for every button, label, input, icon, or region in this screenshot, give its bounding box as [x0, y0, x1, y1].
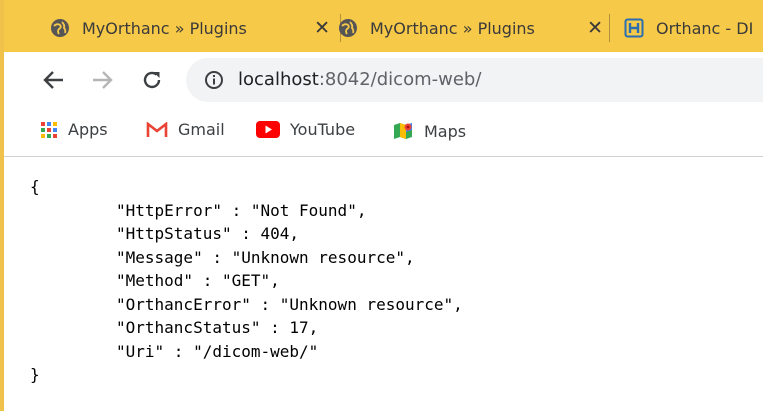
tab-2-title: MyOrthanc » Plugins — [370, 18, 535, 38]
globe-icon — [50, 18, 70, 38]
json-line: "HttpError" : "Not Found", — [116, 200, 367, 220]
arrow-left-icon — [43, 71, 63, 89]
tab-3-title: Orthanc - DI — [656, 18, 754, 38]
tab-1-title: MyOrthanc » Plugins — [82, 18, 247, 38]
json-line: "Message" : "Unknown resource", — [116, 247, 415, 267]
json-close-brace: } — [30, 365, 40, 384]
url-text: localhost:8042/dicom-web/ — [238, 69, 481, 90]
apps-grid-icon — [40, 121, 58, 139]
bookmark-youtube-label: YouTube — [290, 120, 356, 139]
close-tab-1-icon[interactable]: ✕ — [314, 17, 330, 39]
json-line: "Uri" : "/dicom-web/" — [116, 341, 319, 361]
json-line: "OrthancError" : "Unknown resource", — [116, 294, 463, 314]
tab-strip: MyOrthanc » Plugins ✕ MyOrthanc » Plugin… — [4, 0, 763, 52]
browser-toolbar: localhost:8042/dicom-web/ — [4, 52, 763, 108]
json-line: "Method" : "GET", — [116, 271, 280, 290]
tab-separator — [609, 14, 610, 42]
forward-button[interactable] — [88, 66, 116, 94]
orthanc-logo-icon — [624, 18, 644, 38]
address-bar[interactable]: localhost:8042/dicom-web/ — [186, 58, 763, 102]
tab-1[interactable]: MyOrthanc » Plugins ✕ — [50, 8, 330, 48]
bookmark-apps-label: Apps — [68, 120, 108, 139]
info-icon[interactable] — [204, 70, 224, 94]
bookmark-gmail[interactable]: Gmail — [146, 120, 225, 139]
reload-icon — [143, 71, 161, 89]
page-content: { "HttpError" : "Not Found", "HttpStatus" … — [4, 157, 763, 411]
json-open-brace: { — [30, 177, 40, 196]
bookmark-gmail-label: Gmail — [178, 120, 225, 139]
gmail-icon — [146, 121, 168, 138]
tab-2[interactable]: MyOrthanc » Plugins ✕ — [338, 8, 603, 48]
reload-button[interactable] — [138, 66, 166, 94]
maps-icon — [392, 120, 414, 142]
tab-3[interactable]: Orthanc - DI — [624, 8, 763, 48]
bookmark-youtube[interactable]: YouTube — [256, 120, 355, 139]
json-line: "OrthancStatus" : 17, — [116, 318, 319, 337]
close-tab-2-icon[interactable]: ✕ — [587, 17, 603, 39]
url-host: localhost — [238, 69, 319, 90]
bookmark-apps[interactable]: Apps — [40, 120, 108, 139]
url-path: :8042/dicom-web/ — [318, 69, 482, 90]
globe-icon — [338, 18, 358, 38]
bookmark-maps-label: Maps — [424, 121, 467, 141]
json-line: "HttpStatus" : 404, — [116, 224, 300, 243]
bookmark-maps[interactable]: Maps — [392, 120, 466, 142]
bookmarks-bar: Apps Gmail YouTube Maps — [4, 108, 763, 157]
arrow-right-icon — [93, 71, 113, 89]
back-button[interactable] — [40, 66, 68, 94]
youtube-icon — [256, 121, 280, 138]
json-response: { "HttpError" : "Not Found", "HttpStatus" … — [30, 175, 463, 387]
